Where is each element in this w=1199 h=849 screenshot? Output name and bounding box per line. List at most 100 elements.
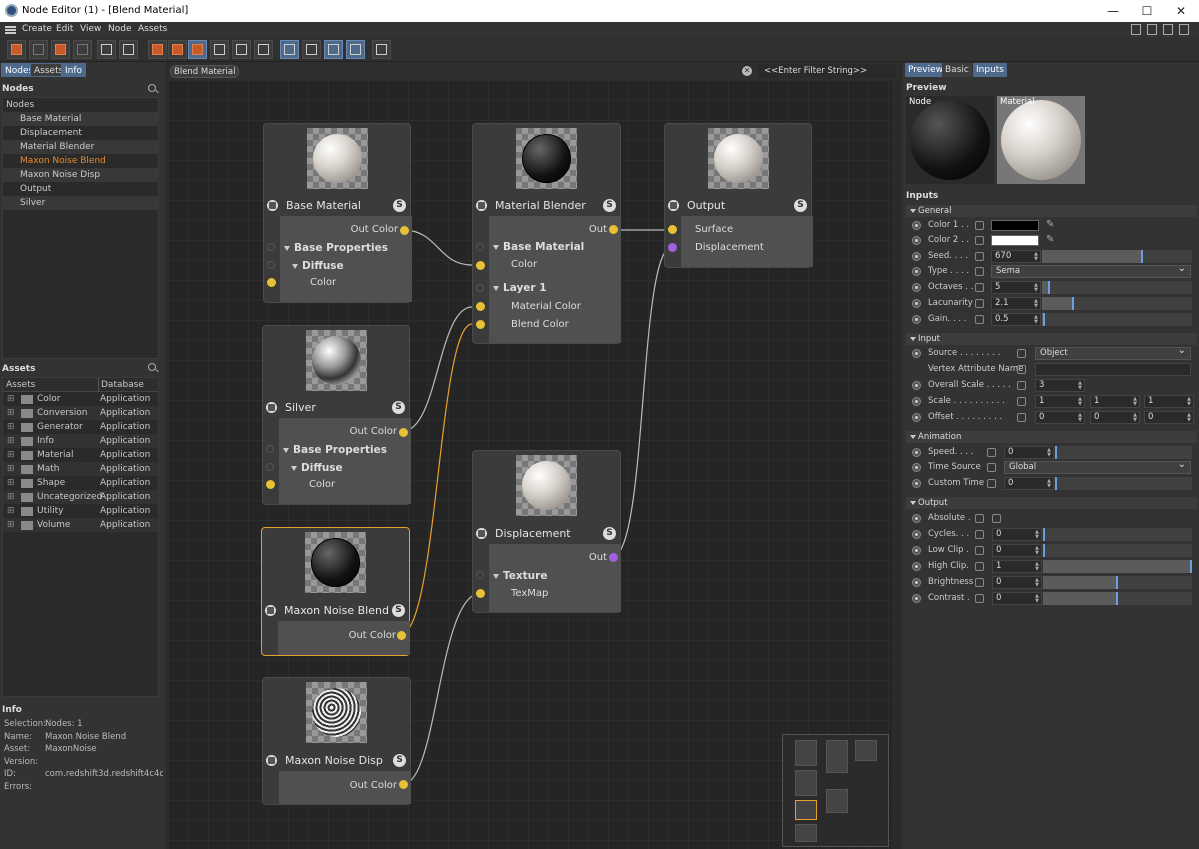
node-maxon-noise-blend[interactable]: Maxon Noise Blend S Out Color	[261, 527, 410, 656]
color2-swatch[interactable]	[991, 235, 1039, 246]
menu-edit[interactable]: Edit	[56, 24, 73, 34]
seed-input[interactable]: 670 ▲ ▼	[991, 250, 1041, 263]
seed-slider[interactable]	[1042, 250, 1192, 263]
minimize-button[interactable]: —	[1097, 2, 1129, 20]
keyframe-icon[interactable]	[912, 479, 921, 488]
close-button[interactable]: ✕	[1165, 2, 1197, 20]
contrast-input[interactable]: 0 ▲ ▼	[992, 592, 1042, 605]
checkbox[interactable]	[1017, 349, 1026, 358]
keyframe-icon[interactable]	[912, 594, 921, 603]
solo-badge-icon[interactable]: S	[393, 754, 406, 767]
custom-time-input[interactable]: 0 ▲ ▼	[1004, 477, 1054, 490]
pin-empty[interactable]	[266, 463, 274, 471]
eyedropper-icon[interactable]: ✎	[1046, 219, 1054, 230]
keyframe-icon[interactable]	[912, 381, 921, 390]
keyframe-icon[interactable]	[912, 546, 921, 555]
pin-empty[interactable]	[476, 243, 484, 251]
group-texture[interactable]: Texture	[493, 570, 547, 582]
pin-color[interactable]	[266, 480, 275, 489]
lacunarity-slider[interactable]	[1042, 297, 1192, 310]
hamburger-icon[interactable]	[5, 26, 16, 34]
wire-button[interactable]	[346, 40, 365, 59]
checkbox[interactable]	[975, 267, 984, 276]
speed-slider[interactable]	[1055, 446, 1192, 459]
pin-surface[interactable]	[668, 225, 677, 234]
checkbox[interactable]	[1017, 413, 1026, 422]
node-output[interactable]: Output S Surface Displacement	[664, 123, 813, 268]
time-source-dropdown[interactable]: Global	[1004, 459, 1191, 474]
layout-left-icon[interactable]	[1131, 24, 1141, 35]
keyframe-icon[interactable]	[912, 463, 921, 472]
asset-row[interactable]: ⊞ Generator Application	[3, 420, 158, 434]
pin-empty[interactable]	[476, 284, 484, 292]
asset-row[interactable]: ⊞ Shape Application	[3, 476, 158, 490]
pin-color[interactable]	[476, 261, 485, 270]
octaves-input[interactable]: 5 ▲ ▼	[991, 281, 1041, 294]
menu-assets[interactable]: Assets	[138, 24, 167, 34]
col-assets[interactable]: Assets	[6, 378, 35, 392]
tree-item-silver[interactable]: Silver	[3, 196, 158, 210]
pin-empty[interactable]	[266, 445, 274, 453]
color1-swatch[interactable]	[991, 220, 1039, 231]
gain-input[interactable]: 0.5 ▲ ▼	[991, 313, 1041, 326]
keyframe-icon[interactable]	[912, 349, 921, 358]
group-diffuse[interactable]: Diffuse	[292, 260, 344, 272]
clear-filter-icon[interactable]: ✕	[742, 66, 752, 76]
keyframe-icon[interactable]	[912, 578, 921, 587]
solo-badge-icon[interactable]: S	[603, 527, 616, 540]
node-maxon-noise-disp[interactable]: Maxon Noise Disp S Out Color	[262, 677, 411, 805]
pin-out-color[interactable]	[399, 780, 408, 789]
tab-info[interactable]: Info	[61, 63, 87, 77]
view-button[interactable]	[280, 40, 299, 59]
checkbox[interactable]	[1017, 381, 1026, 390]
group-layer-1[interactable]: Layer 1	[493, 282, 547, 294]
section-output[interactable]: Output	[906, 497, 1197, 509]
tree-item-maxon-noise-disp[interactable]: Maxon Noise Disp	[3, 168, 158, 182]
offset-z-input[interactable]: 0 ▲ ▼	[1144, 411, 1194, 424]
cycles-input[interactable]: 0 ▲ ▼	[992, 528, 1042, 541]
menu-view[interactable]: View	[80, 24, 101, 34]
group-diffuse[interactable]: Diffuse	[291, 462, 343, 474]
vertex-attribute-input[interactable]	[1035, 363, 1191, 376]
pin-out[interactable]	[609, 225, 618, 234]
asset-row[interactable]: ⊞ Volume Application	[3, 518, 158, 532]
minimap[interactable]	[782, 734, 889, 847]
node-displacement[interactable]: Displacement S Out Texture TexMap	[472, 450, 621, 613]
layout-right-icon[interactable]	[1163, 24, 1173, 35]
checkbox[interactable]	[987, 479, 996, 488]
brightness-slider[interactable]	[1043, 576, 1192, 589]
node-silver[interactable]: Silver S Out Color Base Properties Diffu…	[262, 325, 411, 505]
tree-item-material-blender[interactable]: Material Blender	[3, 140, 158, 154]
col-database[interactable]: Database	[98, 378, 144, 392]
pin-color[interactable]	[267, 278, 276, 287]
search-icon[interactable]	[148, 84, 156, 92]
pin-out-color[interactable]	[399, 428, 408, 437]
asset-row[interactable]: ⊞ Uncategorized Application	[3, 490, 158, 504]
checkbox[interactable]	[975, 514, 984, 523]
speed-input[interactable]: 0 ▲ ▼	[1004, 446, 1054, 459]
keyframe-icon[interactable]	[912, 236, 921, 245]
new-node-button[interactable]	[7, 40, 26, 59]
keyframe-icon[interactable]	[912, 530, 921, 539]
checkbox[interactable]	[987, 448, 996, 457]
keyframe-icon[interactable]	[912, 315, 921, 324]
keyframe-icon[interactable]	[912, 562, 921, 571]
layout-solo-button[interactable]	[188, 40, 207, 59]
high-clip-slider[interactable]	[1043, 560, 1192, 573]
ungroup-button[interactable]	[73, 40, 92, 59]
checkbox[interactable]	[975, 299, 984, 308]
type-dropdown[interactable]: Sema	[991, 263, 1191, 278]
tree-item-displacement[interactable]: Displacement	[3, 126, 158, 140]
pin-empty[interactable]	[476, 571, 484, 579]
snap-button[interactable]	[324, 40, 343, 59]
checkbox[interactable]	[975, 546, 984, 555]
keyframe-icon[interactable]	[912, 413, 921, 422]
menu-node[interactable]: Node	[108, 24, 132, 34]
tree-item-base-material[interactable]: Base Material	[3, 112, 158, 126]
pin-out-color[interactable]	[400, 226, 409, 235]
absolute-checkbox[interactable]	[992, 514, 1001, 523]
offset-x-input[interactable]: 0 ▲ ▼	[1035, 411, 1085, 424]
gain-slider[interactable]	[1042, 313, 1192, 326]
keyframe-icon[interactable]	[912, 267, 921, 276]
low-clip-input[interactable]: 0 ▲ ▼	[992, 544, 1042, 557]
